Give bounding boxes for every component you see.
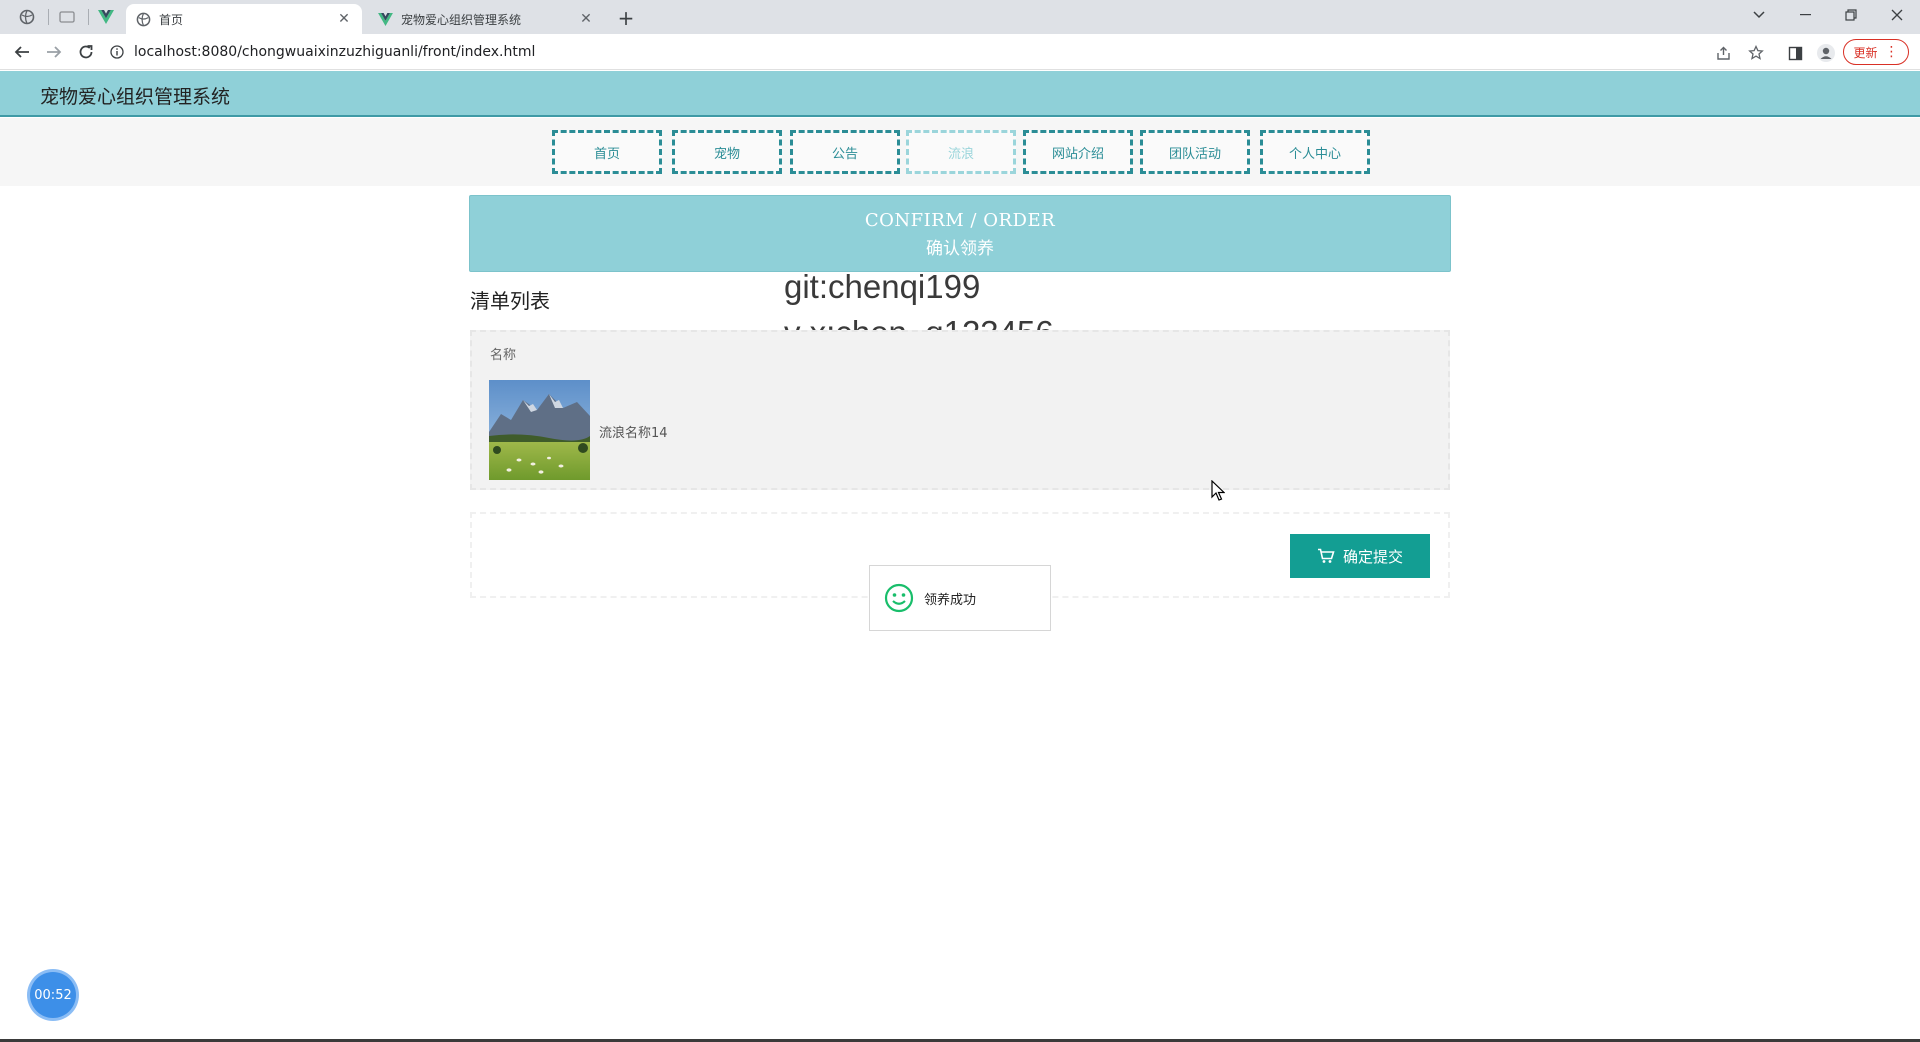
site-header: 宠物爱心组织管理系统 (0, 71, 1920, 117)
more-menu-icon: ⋮ (1884, 44, 1899, 60)
update-label: 更新 (1853, 45, 1878, 60)
nav-item-site-intro[interactable]: 网站介绍 (1023, 130, 1133, 174)
nav-item-team-activities[interactable]: 团队活动 (1140, 130, 1250, 174)
vue-logo-icon (378, 12, 393, 26)
tab-separator (88, 9, 89, 25)
globe-icon (19, 9, 35, 25)
back-arrow-icon[interactable] (10, 40, 34, 64)
vue-logo-icon (98, 10, 114, 24)
tab-title: 宠物爱心组织管理系统 (401, 12, 522, 27)
nav-item-pets[interactable]: 宠物 (672, 130, 782, 174)
tab-title: 首页 (159, 12, 184, 27)
tab-home[interactable]: 首页 ✕ (126, 4, 362, 34)
nav-item-user-center[interactable]: 个人中心 (1260, 130, 1370, 174)
browser-toolbar: localhost:8080/chongwuaixinzuzhiguanli/f… (0, 34, 1920, 70)
address-bar[interactable]: localhost:8080/chongwuaixinzuzhiguanli/f… (110, 38, 1710, 66)
profile-avatar-icon[interactable] (1815, 42, 1837, 64)
main-nav: 首页 宠物 公告 流浪 网站介绍 团队活动 个人中心 (0, 118, 1920, 186)
toast-message: 领养成功 (924, 592, 977, 608)
nav-item-strays[interactable]: 流浪 (906, 130, 1016, 174)
mouse-cursor-icon (1211, 479, 1226, 506)
column-header-name: 名称 (490, 348, 517, 363)
recording-timer[interactable]: 00:52 (30, 972, 76, 1018)
banner-chinese-title: 确认领养 (926, 239, 994, 259)
url-text[interactable]: localhost:8080/chongwuaixinzuzhiguanli/f… (134, 44, 535, 60)
site-info-icon[interactable] (110, 45, 124, 59)
watermark-line-1: git:chenqi199 (784, 268, 981, 305)
tab-pet-system[interactable]: 宠物爱心组织管理系统 ✕ (368, 4, 604, 34)
submit-label: 确定提交 (1342, 548, 1403, 566)
close-window-icon[interactable] (1874, 0, 1920, 30)
cart-icon (1317, 548, 1335, 564)
pinned-tab-blank[interactable] (52, 4, 82, 30)
success-toast: 领养成功 (869, 565, 1051, 631)
pinned-tab-vue[interactable] (91, 4, 121, 30)
forward-arrow-icon[interactable] (42, 40, 66, 64)
side-panel-icon[interactable] (1784, 42, 1806, 64)
blank-page-icon (59, 11, 75, 23)
tab-search-chevron-icon[interactable] (1736, 0, 1782, 30)
item-thumbnail[interactable] (489, 380, 590, 480)
banner-english-title: CONFIRM / ORDER (864, 210, 1056, 231)
nav-item-home[interactable]: 首页 (552, 130, 662, 174)
close-tab-icon[interactable]: ✕ (336, 11, 352, 27)
site-title: 宠物爱心组织管理系统 (40, 86, 231, 108)
update-browser-button[interactable]: 更新 ⋮ (1843, 39, 1909, 65)
smile-icon (884, 583, 914, 613)
pinned-tab-globe[interactable] (12, 4, 42, 30)
globe-icon (136, 12, 151, 26)
share-icon[interactable] (1712, 42, 1734, 64)
nav-item-announcements[interactable]: 公告 (790, 130, 900, 174)
new-tab-button[interactable]: + (614, 6, 638, 30)
minimize-window-icon[interactable] (1782, 0, 1828, 30)
confirm-submit-button[interactable]: 确定提交 (1290, 534, 1430, 578)
bookmark-star-icon[interactable] (1745, 42, 1767, 64)
list-title: 清单列表 (470, 289, 550, 313)
confirm-order-banner: CONFIRM / ORDER 确认领养 (469, 195, 1451, 272)
restore-window-icon[interactable] (1828, 0, 1874, 30)
tab-separator (48, 9, 49, 25)
close-tab-icon[interactable]: ✕ (578, 11, 594, 27)
browser-tab-strip: 首页 ✕ 宠物爱心组织管理系统 ✕ + (0, 0, 1920, 34)
reload-icon[interactable] (74, 40, 98, 64)
item-name[interactable]: 流浪名称14 (599, 422, 668, 441)
order-list: 名称 流浪名称14 (470, 330, 1450, 490)
